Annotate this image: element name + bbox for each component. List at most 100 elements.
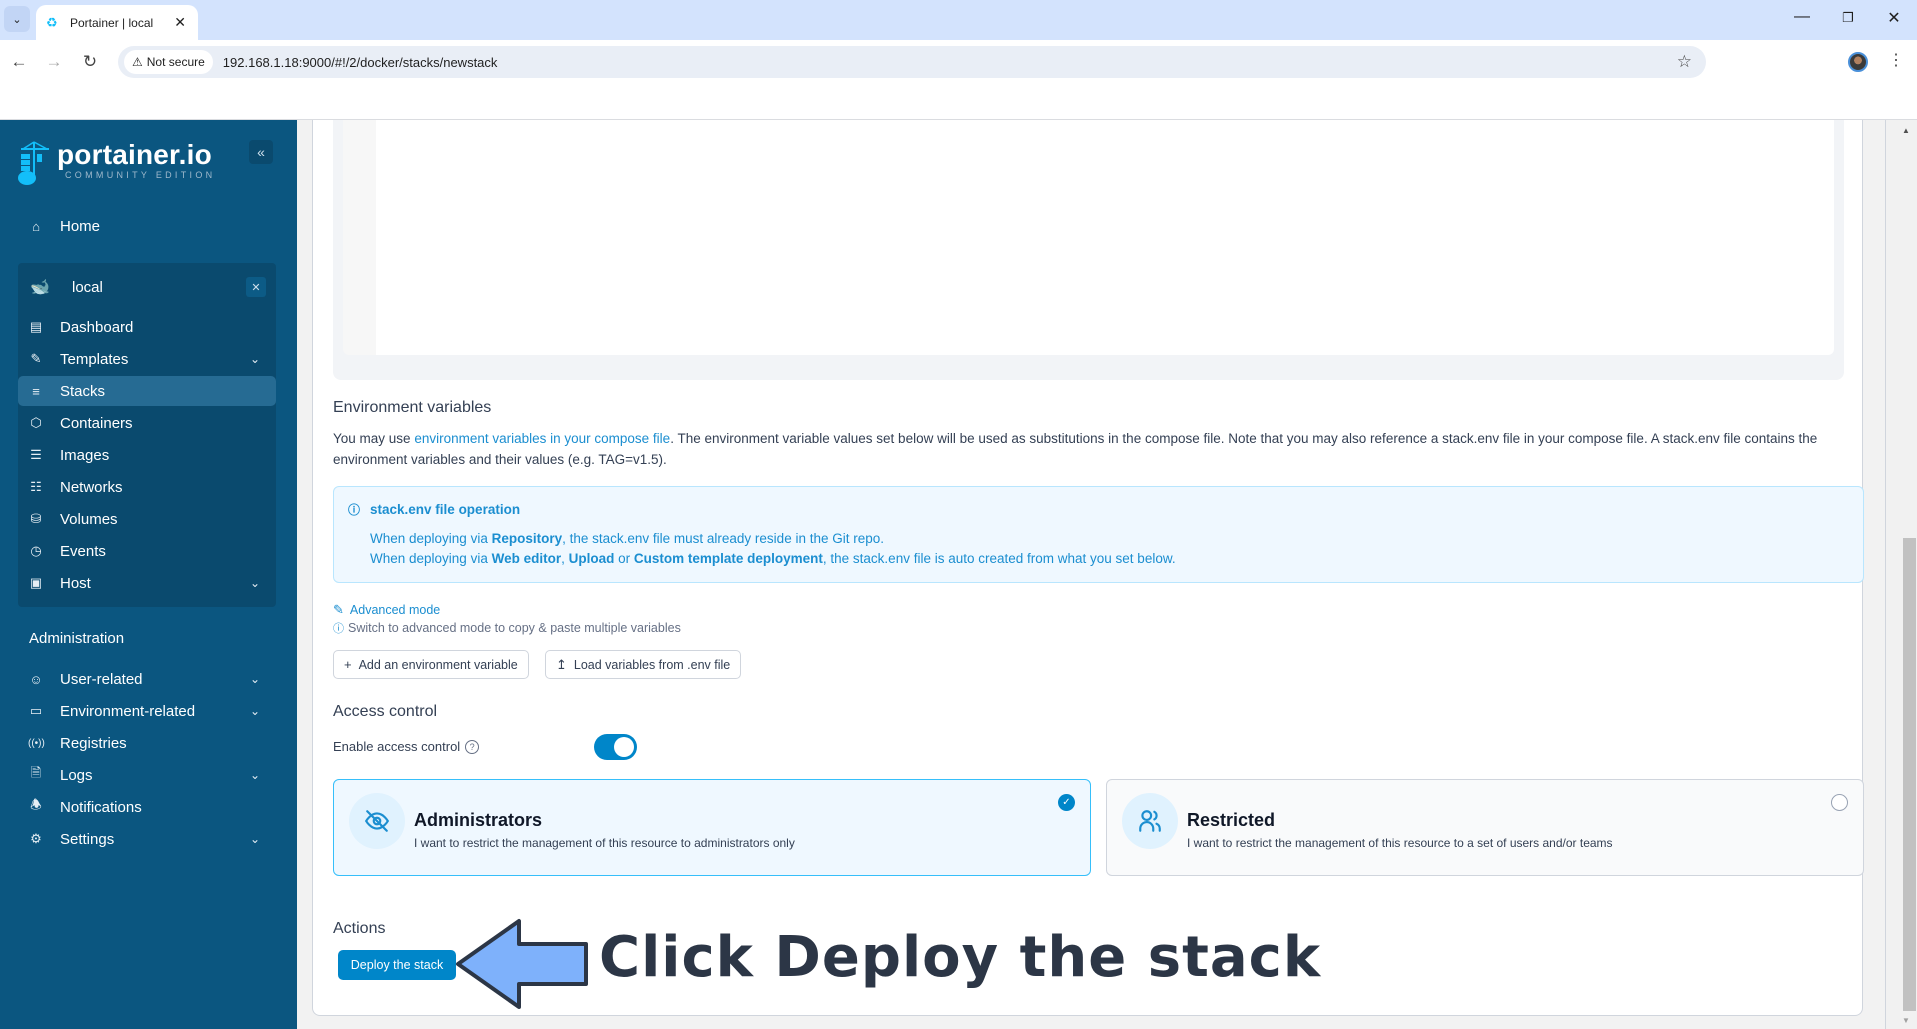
forward-icon[interactable]: →: [42, 52, 66, 72]
description-text: You may use: [333, 431, 415, 446]
enable-access-control-label: Enable access control ?: [333, 739, 480, 754]
sidebar-item-dashboard[interactable]: ▤ Dashboard: [18, 312, 276, 342]
sidebar-item-networks[interactable]: ☷ Networks: [18, 472, 276, 502]
annotation-text: Click Deploy the stack: [599, 925, 1322, 990]
sidebar-item-images[interactable]: ☰ Images: [18, 440, 276, 470]
sidebar-item-settings[interactable]: ⚙ Settings ⌄: [18, 824, 276, 854]
restore-icon[interactable]: ❐: [1836, 10, 1860, 26]
tab-search-button[interactable]: ⌄: [4, 6, 30, 32]
access-option-administrators[interactable]: Administrators I want to restrict the ma…: [333, 779, 1091, 876]
browser-tab-bar: ⌄ ♻ Portainer | local ✕ — ❐ ✕: [0, 0, 1917, 40]
info-line-web-editor: When deploying via Web editor, Upload or…: [370, 551, 1176, 566]
collapse-sidebar-button[interactable]: «: [249, 140, 273, 164]
sidebar-item-templates[interactable]: ✎ Templates ⌄: [18, 344, 276, 374]
sidebar-item-environment-related[interactable]: ▭ Environment-related ⌄: [18, 696, 276, 726]
add-env-variable-button[interactable]: + Add an environment variable: [333, 650, 529, 679]
layers-icon: ≡: [32, 383, 40, 399]
tab-close-icon[interactable]: ✕: [174, 14, 186, 31]
edit-icon: ✎: [333, 602, 344, 617]
close-window-icon[interactable]: ✕: [1882, 8, 1906, 28]
minimize-icon[interactable]: —: [1790, 8, 1814, 26]
sidebar-item-stacks[interactable]: ≡ Stacks: [18, 376, 276, 406]
sidebar-item-volumes[interactable]: ⛁ Volumes: [18, 504, 276, 534]
close-environment-button[interactable]: ✕: [246, 277, 266, 297]
info-title-text: stack.env file operation: [370, 502, 521, 517]
plus-icon: +: [344, 657, 352, 672]
portainer-favicon-icon: ♻: [46, 14, 58, 30]
sidebar-item-registries[interactable]: ((•)) Registries: [18, 728, 276, 758]
bookmark-star-icon[interactable]: ☆: [1677, 52, 1692, 72]
option-title: Administrators: [414, 810, 543, 830]
editor-textarea[interactable]: [376, 120, 1834, 355]
chevron-down-icon: ⌄: [249, 704, 260, 718]
access-control-toggle[interactable]: [594, 734, 637, 760]
access-option-restricted[interactable]: Restricted I want to restrict the manage…: [1106, 779, 1864, 876]
chevron-down-icon: ⌄: [249, 352, 260, 366]
logo-title: portainer.io: [57, 139, 212, 170]
toggle-knob: [614, 737, 634, 757]
load-env-file-button[interactable]: ↥ Load variables from .env file: [545, 650, 742, 679]
portainer-logo[interactable]: portainer.io COMMUNITY EDITION: [17, 140, 215, 186]
sidebar-item-notifications[interactable]: 🕭 Notifications: [18, 792, 276, 822]
scrollbar-thumb[interactable]: [1903, 538, 1916, 1011]
page-scrollbar[interactable]: ▲ ▼: [1885, 120, 1917, 1029]
help-icon[interactable]: ?: [465, 739, 480, 754]
sidebar-item-containers[interactable]: ⬡ Containers: [18, 408, 276, 438]
checked-radio-icon: ✓: [1058, 794, 1075, 811]
server-icon: ▭: [29, 703, 43, 718]
profile-avatar[interactable]: [1848, 52, 1868, 72]
sidebar-item-label: Events: [60, 542, 106, 560]
radio-icon: ((•)): [28, 737, 45, 749]
sidebar-item-logs[interactable]: 🗎 Logs ⌄: [18, 760, 276, 790]
sidebar-item-label: Containers: [60, 414, 133, 432]
button-label: Load variables from .env file: [573, 657, 731, 672]
env-vars-description: You may use environment variables in you…: [333, 428, 1843, 470]
browser-menu-icon[interactable]: ⋮: [1888, 50, 1904, 70]
scroll-down-arrow-icon[interactable]: ▼: [1902, 1016, 1910, 1025]
stack-env-info-box: ⓘ stack.env file operation When deployin…: [333, 486, 1864, 583]
advanced-mode-link[interactable]: ✎ Advanced mode: [333, 602, 440, 618]
reload-icon[interactable]: ↻: [78, 52, 102, 72]
info-title: ⓘ stack.env file operation: [348, 501, 520, 518]
advanced-mode-hint: ⓘ Switch to advanced mode to copy & past…: [333, 620, 681, 636]
browser-tab[interactable]: ♻ Portainer | local ✕: [36, 5, 198, 40]
eye-off-icon: [349, 793, 405, 849]
create-stack-form: Environment variables You may use enviro…: [312, 120, 1864, 1016]
editor-gutter: [343, 120, 376, 355]
back-icon[interactable]: ←: [7, 52, 31, 72]
sidebar-item-label: Home: [60, 217, 101, 235]
info-circle-icon: ⓘ: [333, 623, 344, 635]
sidebar-item-label: Notifications: [60, 798, 142, 816]
environment-header: 🐋 local ✕: [18, 271, 276, 303]
sidebar-item-user-related[interactable]: ☺ User-related ⌄: [18, 664, 276, 694]
close-icon: ✕: [251, 281, 261, 294]
bell-icon: 🕭: [30, 797, 42, 812]
address-bar[interactable]: ⚠ Not secure 192.168.1.18:9000/#!/2/dock…: [118, 46, 1706, 78]
docker-icon: 🐋: [30, 279, 50, 296]
env-vars-title: Environment variables: [333, 399, 492, 416]
sidebar-item-events[interactable]: ◷ Events: [18, 536, 276, 566]
sidebar-item-label: Stacks: [60, 382, 106, 400]
sidebar-item-host[interactable]: ▣ Host ⌄: [18, 568, 276, 598]
clock-icon: ◷: [30, 543, 42, 558]
advanced-mode-label: Advanced mode: [349, 603, 441, 617]
sidebar-item-label: Registries: [60, 734, 127, 752]
chevron-down-icon: ⌄: [249, 672, 260, 686]
sidebar-item-label: Logs: [60, 766, 93, 784]
portainer-logo-icon: [17, 140, 51, 186]
button-label: Add an environment variable: [358, 657, 518, 672]
sidebar-item-home[interactable]: ⌂ Home: [18, 211, 276, 241]
env-vars-doc-link[interactable]: environment variables in your compose fi…: [414, 431, 670, 446]
option-description: I want to restrict the management of thi…: [414, 836, 795, 850]
dashboard-icon: ▤: [29, 319, 43, 334]
home-icon: ⌂: [32, 218, 40, 234]
chevron-down-icon: ⌄: [12, 13, 22, 26]
list-icon: ☰: [30, 447, 42, 462]
url-text[interactable]: 192.168.1.18:9000/#!/2/docker/stacks/new…: [223, 55, 498, 70]
deploy-stack-button[interactable]: Deploy the stack: [338, 950, 456, 980]
chevron-down-icon: ⌄: [249, 768, 260, 782]
sidebar-item-label: Settings: [60, 830, 115, 848]
scroll-up-arrow-icon[interactable]: ▲: [1902, 126, 1910, 135]
web-editor: [333, 120, 1844, 380]
security-indicator[interactable]: ⚠ Not secure: [124, 50, 213, 74]
